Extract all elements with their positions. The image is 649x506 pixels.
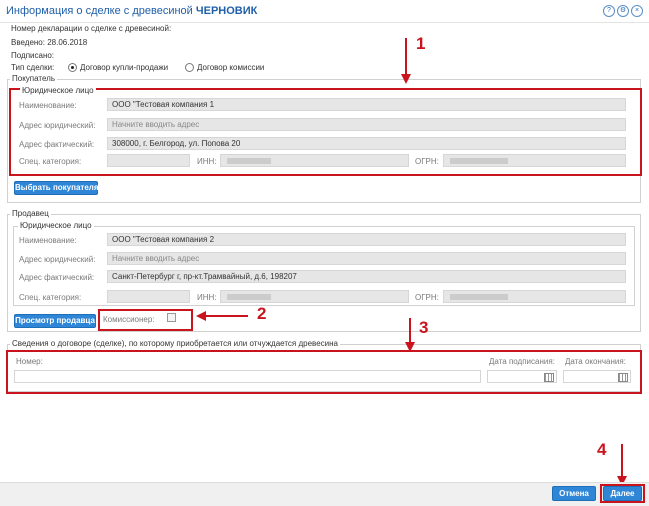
annotation-number-3: 3: [419, 318, 429, 337]
annotation-number-1: 1: [416, 34, 426, 53]
annotation-arrows: [196, 38, 627, 486]
annotation-number-4: 4: [597, 440, 607, 459]
cancel-button[interactable]: Отмена: [552, 486, 596, 501]
annotation-number-2: 2: [257, 304, 267, 323]
next-button[interactable]: Далее: [603, 486, 642, 501]
